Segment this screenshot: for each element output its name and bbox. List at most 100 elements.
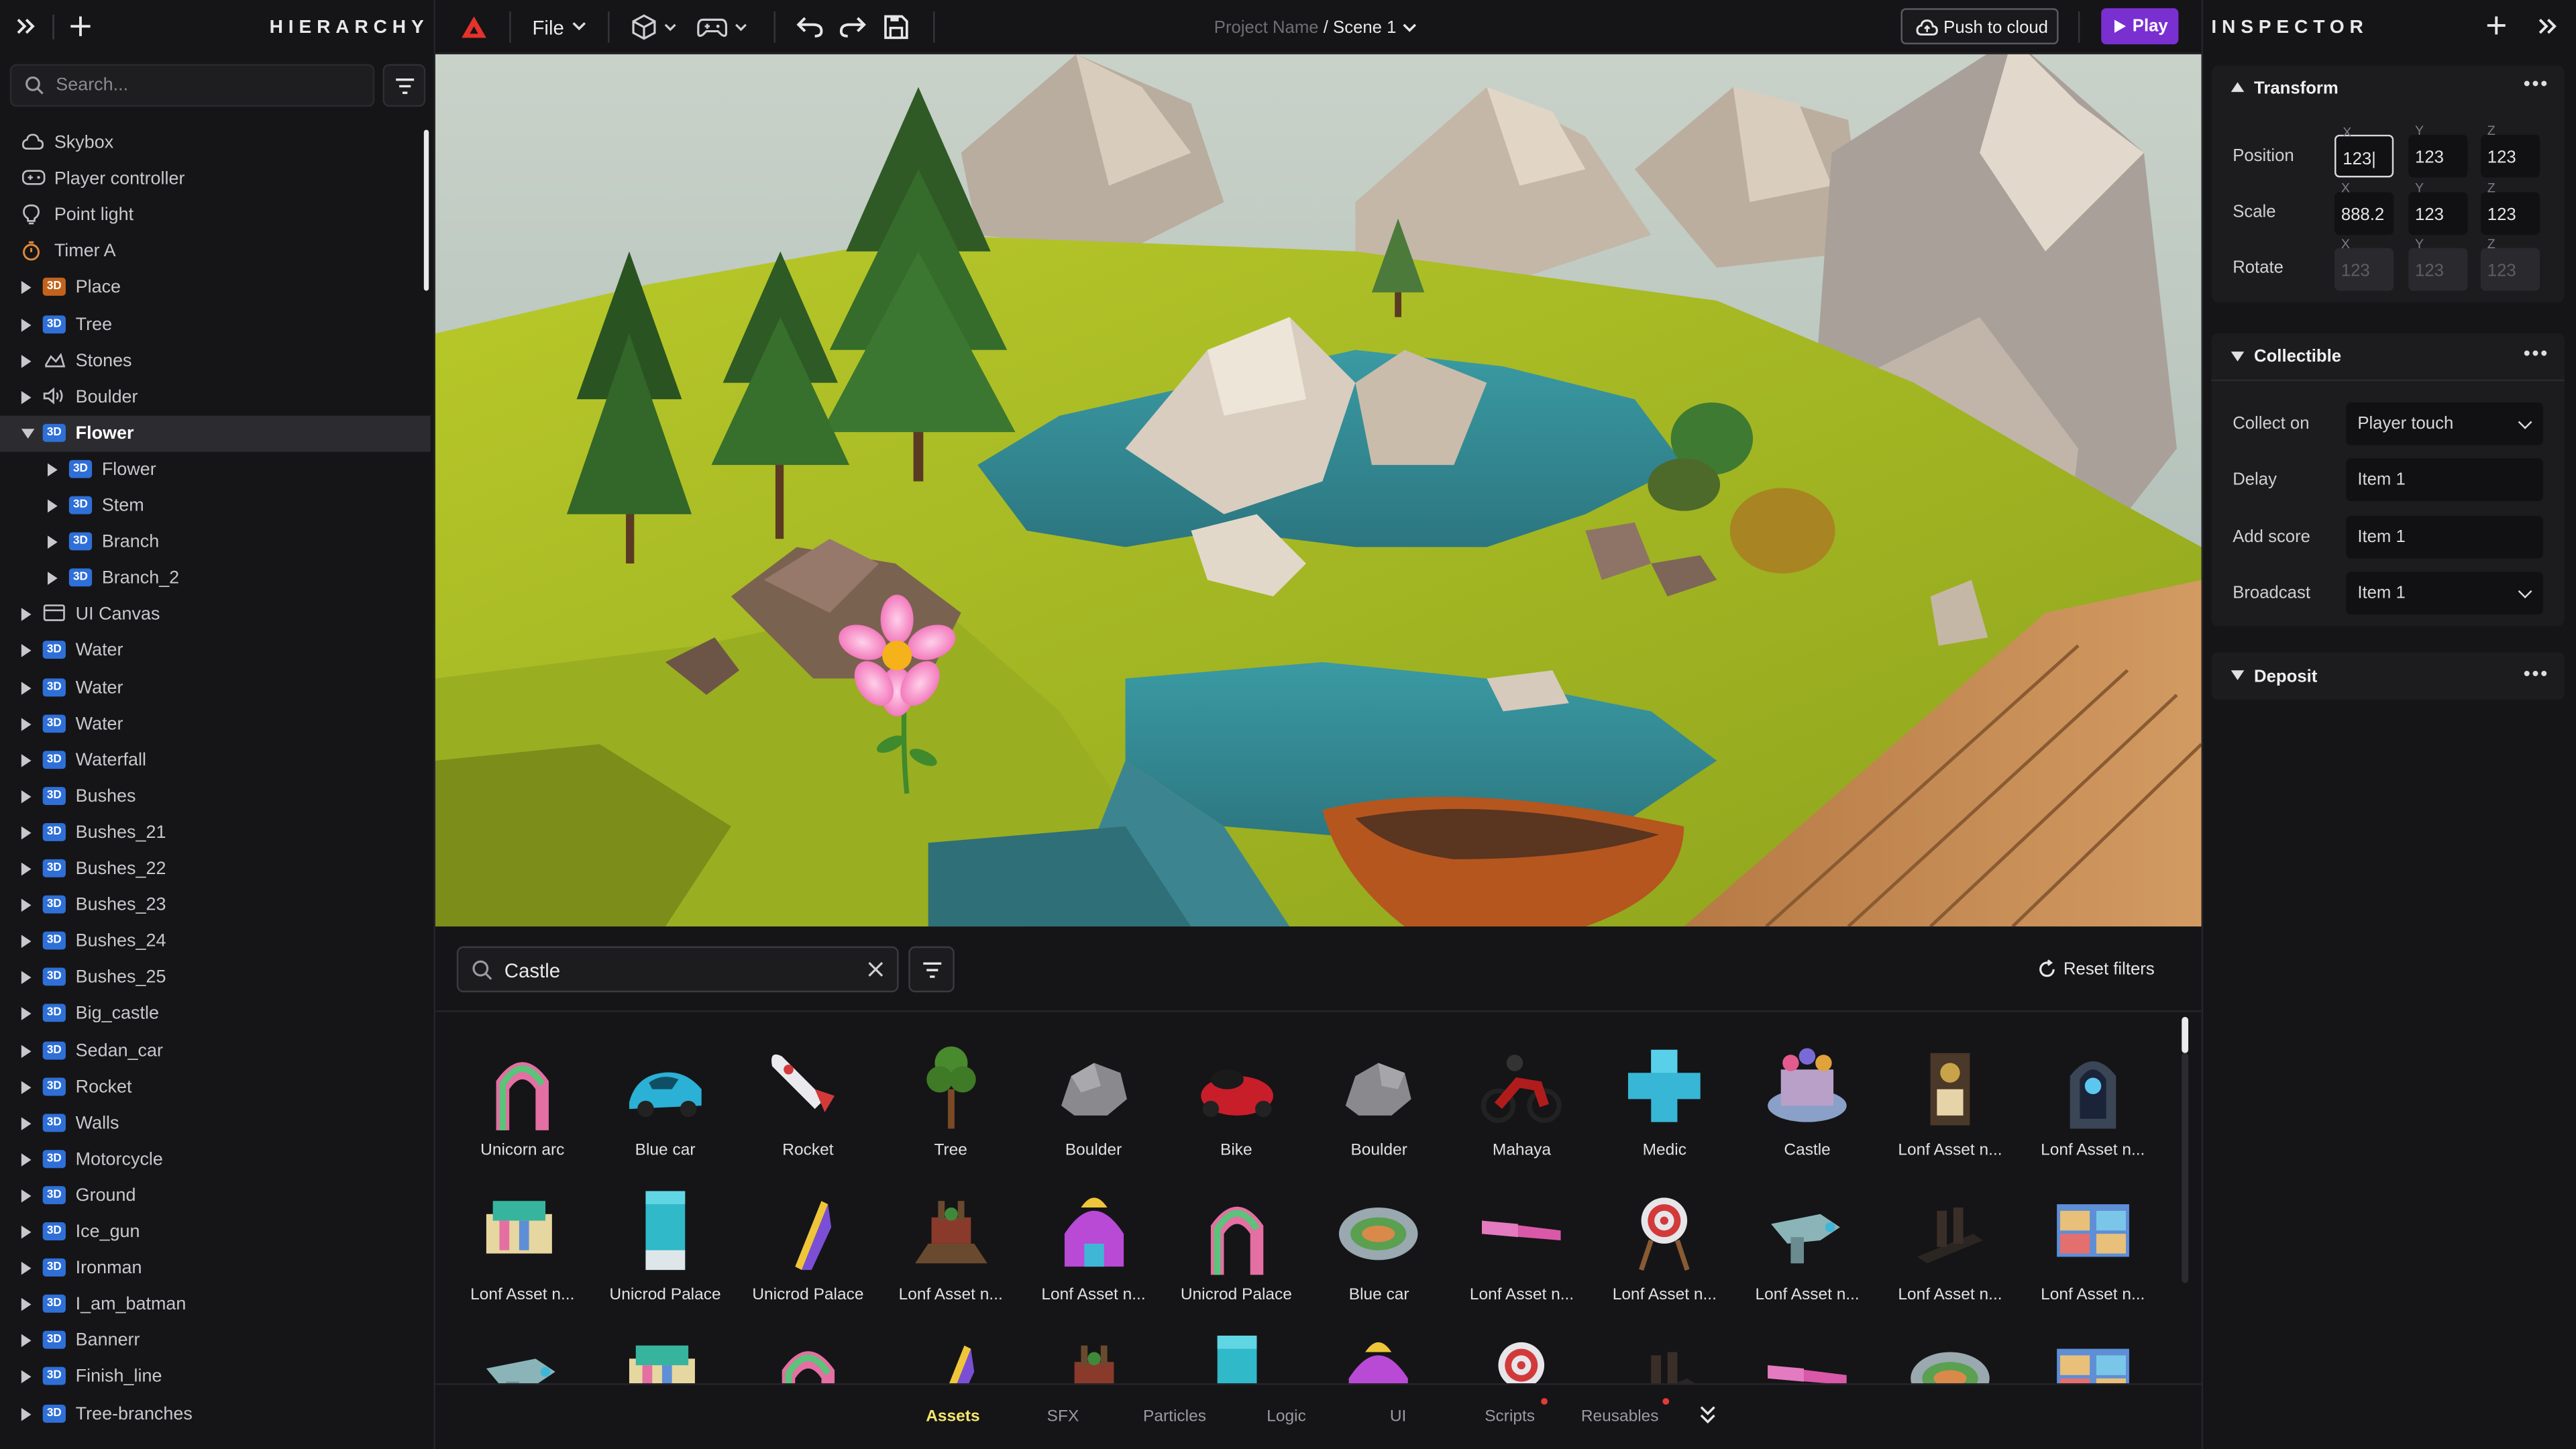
tab-scripts[interactable]: Scripts [1452, 1408, 1567, 1426]
collect-on-dropdown[interactable]: Player touch [2346, 402, 2544, 445]
object-menu-button[interactable] [631, 13, 683, 42]
caret-right-icon[interactable] [21, 971, 32, 985]
hierarchy-filter-button[interactable] [382, 64, 426, 107]
caret-right-icon[interactable] [21, 826, 32, 840]
caret-right-icon[interactable] [21, 281, 32, 295]
tree-item-skybox[interactable]: Skybox [0, 125, 431, 161]
play-button[interactable]: Play [2101, 8, 2179, 45]
asset-scrollbar-track[interactable] [2182, 1053, 2189, 1283]
asset-tile[interactable]: Unicrod Palace [739, 1178, 877, 1316]
tree-item-ground[interactable]: 3D Ground [0, 1178, 431, 1214]
position-y-input[interactable]: Y 123 [2408, 123, 2468, 178]
asset-tile[interactable]: Lonf Asset n... [1738, 1178, 1876, 1316]
caret-right-icon[interactable] [21, 1407, 32, 1421]
tree-item-motorcycle[interactable]: 3D Motorcycle [0, 1142, 431, 1178]
scale-x-input[interactable]: X 888.2 [2334, 180, 2394, 235]
tab-assets[interactable]: Assets [896, 1408, 1010, 1426]
project-name[interactable]: Project Name [1214, 18, 1319, 38]
caret-right-icon[interactable] [21, 1189, 32, 1203]
caret-right-icon[interactable] [48, 463, 58, 476]
tree-item-waterfall[interactable]: 3D Waterfall [0, 742, 431, 778]
save-icon[interactable] [882, 13, 910, 42]
asset-tile[interactable] [1167, 1322, 1305, 1384]
add-score-input[interactable]: Item 1 [2346, 515, 2544, 559]
add-component-icon[interactable] [2485, 15, 2507, 36]
collapse-icon[interactable] [2231, 670, 2245, 680]
asset-tile[interactable]: Unicrod Palace [596, 1178, 735, 1316]
collapse-icon[interactable] [2231, 82, 2245, 93]
asset-tile[interactable]: Lonf Asset n... [1024, 1178, 1163, 1316]
caret-right-icon[interactable] [21, 934, 32, 949]
caret-right-icon[interactable] [48, 572, 58, 586]
broadcast-dropdown[interactable]: Item 1 [2346, 572, 2544, 614]
tree-item-bushes-23[interactable]: 3D Bushes_23 [0, 888, 431, 924]
asset-tile[interactable]: Bike [1167, 1033, 1305, 1171]
caret-right-icon[interactable] [21, 1225, 32, 1239]
caret-right-icon[interactable] [21, 354, 32, 368]
asset-search-input[interactable]: Castle [456, 946, 899, 993]
asset-tile[interactable]: Lonf Asset n... [453, 1178, 592, 1316]
asset-tile[interactable] [1453, 1322, 1591, 1384]
scale-y-input[interactable]: Y 123 [2408, 180, 2468, 235]
asset-tile[interactable]: Medic [1595, 1033, 1733, 1171]
tree-item-walls[interactable]: 3D Walls [0, 1105, 431, 1141]
tree-item-branch[interactable]: 3D Branch [0, 524, 431, 560]
tree-item-stones[interactable]: Stones [0, 343, 431, 379]
tree-item-i-am-batman[interactable]: 3D I_am_batman [0, 1287, 431, 1323]
asset-tile[interactable]: Lonf Asset n... [1595, 1178, 1733, 1316]
caret-right-icon[interactable] [21, 898, 32, 912]
asset-tile[interactable]: Lonf Asset n... [1881, 1033, 2019, 1171]
asset-tile[interactable] [739, 1322, 877, 1384]
tree-item-water[interactable]: 3D Water [0, 706, 431, 742]
hierarchy-scrollbar[interactable] [423, 129, 429, 291]
scene-render[interactable] [435, 54, 2202, 927]
asset-tile[interactable] [2024, 1322, 2162, 1384]
caret-right-icon[interactable] [21, 1298, 32, 1311]
tab-sfx[interactable]: SFX [1006, 1408, 1120, 1426]
scene-name[interactable]: Scene 1 [1333, 18, 1396, 38]
asset-filter-button[interactable] [908, 946, 955, 993]
asset-tile[interactable]: Lonf Asset n... [2024, 1033, 2162, 1171]
caret-right-icon[interactable] [48, 499, 58, 513]
caret-right-icon[interactable] [21, 390, 32, 404]
caret-right-icon[interactable] [21, 862, 32, 876]
tree-item-boulder[interactable]: Boulder [0, 379, 431, 415]
tree-item-tree[interactable]: 3D Tree [0, 307, 431, 343]
tree-item-bushes-25[interactable]: 3D Bushes_25 [0, 960, 431, 996]
more-options-icon[interactable]: ••• [2524, 341, 2549, 364]
asset-tile[interactable]: Unicrod Palace [1167, 1178, 1305, 1316]
caret-right-icon[interactable] [21, 1334, 32, 1348]
asset-tile[interactable] [1595, 1322, 1733, 1384]
asset-tile[interactable]: Boulder [1310, 1033, 1448, 1171]
asset-tile[interactable] [1310, 1322, 1448, 1384]
tree-item-big-castle[interactable]: 3D Big_castle [0, 996, 431, 1032]
hierarchy-search-input[interactable]: Search... [9, 64, 375, 107]
tree-item-bushes-22[interactable]: 3D Bushes_22 [0, 851, 431, 888]
collapse-icon[interactable] [2231, 352, 2245, 362]
collapse-inspector-icon[interactable] [2536, 16, 2559, 36]
asset-tile[interactable]: Lonf Asset n... [881, 1178, 1020, 1316]
tree-item-sedan-car[interactable]: 3D Sedan_car [0, 1032, 431, 1069]
tab-reusables[interactable]: Reusables [1562, 1408, 1677, 1426]
caret-right-icon[interactable] [21, 644, 32, 658]
caret-right-icon[interactable] [21, 1152, 32, 1167]
tree-item-player-controller[interactable]: Player controller [0, 161, 431, 197]
more-options-icon[interactable]: ••• [2524, 72, 2549, 95]
caret-right-icon[interactable] [21, 717, 32, 731]
asset-tile[interactable] [1881, 1322, 2019, 1384]
tree-item-tree-branches[interactable]: 3D Tree-branches [0, 1395, 431, 1432]
delay-input[interactable]: Item 1 [2346, 458, 2544, 501]
tree-item-ironman[interactable]: 3D Ironman [0, 1250, 431, 1287]
scene-viewport[interactable] [435, 54, 2202, 927]
scale-z-input[interactable]: Z 123 [2480, 180, 2540, 235]
tree-item-point-light[interactable]: Point light [0, 197, 431, 233]
asset-tile[interactable] [881, 1322, 1020, 1384]
caret-right-icon[interactable] [21, 1044, 32, 1057]
asset-tile[interactable] [1738, 1322, 1876, 1384]
tree-item-bushes[interactable]: 3D Bushes [0, 778, 431, 814]
position-x-input[interactable]: X 123| [2334, 125, 2394, 178]
caret-right-icon[interactable] [21, 1080, 32, 1094]
controller-menu-button[interactable] [696, 13, 752, 42]
tab-logic[interactable]: Logic [1229, 1408, 1344, 1426]
caret-right-icon[interactable] [21, 317, 32, 331]
